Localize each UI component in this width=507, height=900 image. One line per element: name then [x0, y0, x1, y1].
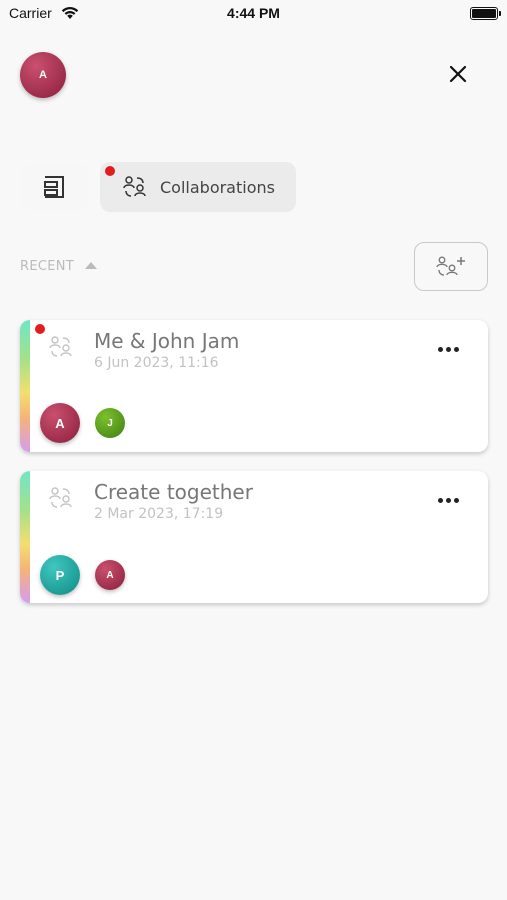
- more-options-button[interactable]: [427, 489, 469, 511]
- add-collaborator-icon: [436, 256, 465, 276]
- clock-time: 4:44 PM: [227, 5, 280, 21]
- collaboration-date: 2 Mar 2023, 17:19: [94, 506, 224, 522]
- collaboration-title: Me & John Jam: [94, 329, 240, 353]
- card-color-stripe: [20, 471, 30, 603]
- owner-avatar[interactable]: P: [40, 555, 80, 595]
- recent-sort-label[interactable]: RECENT: [20, 259, 74, 274]
- collaboration-icon: [49, 336, 72, 357]
- collaboration-title: Create together: [94, 480, 253, 504]
- sort-ascending-icon[interactable]: [85, 262, 97, 269]
- notification-dot: [105, 166, 115, 176]
- collaboration-icon: [123, 176, 146, 197]
- close-icon[interactable]: [443, 59, 473, 89]
- collaboration-card[interactable]: Me & John Jam 6 Jun 2023, 11:16 A J: [20, 320, 488, 452]
- collaboration-card[interactable]: Create together 2 Mar 2023, 17:19 P A: [20, 471, 488, 603]
- member-avatar[interactable]: A: [95, 560, 125, 590]
- battery-cap: [499, 11, 501, 16]
- profile-avatar[interactable]: A: [20, 52, 66, 98]
- more-options-button[interactable]: [427, 338, 469, 360]
- unread-indicator: [35, 324, 45, 334]
- status-bar: Carrier 4:44 PM: [0, 0, 507, 30]
- collaboration-icon: [49, 487, 72, 508]
- collaboration-date: 6 Jun 2023, 11:16: [94, 355, 219, 371]
- more-horizontal-icon: [437, 497, 443, 503]
- add-collaboration-button[interactable]: [414, 242, 488, 291]
- member-avatar[interactable]: J: [95, 408, 125, 438]
- owner-avatar[interactable]: A: [40, 403, 80, 443]
- battery-icon: [470, 7, 498, 20]
- card-color-stripe: [20, 320, 30, 452]
- layout-icon: [44, 176, 64, 198]
- tab-layout[interactable]: [22, 164, 88, 210]
- more-horizontal-icon: [437, 346, 443, 352]
- tab-collaborations-label: Collaborations: [160, 177, 275, 197]
- tab-collaborations[interactable]: Collaborations: [100, 162, 296, 212]
